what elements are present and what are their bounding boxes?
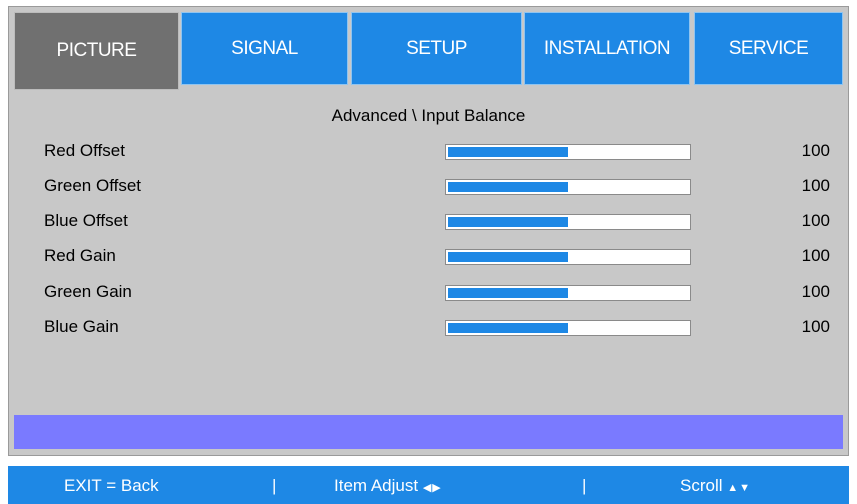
- item-label: Blue Gain: [44, 317, 119, 336]
- left-right-arrows-icon: ◀▶: [422, 482, 442, 494]
- menu-item-red-gain[interactable]: Red Gain 100: [44, 245, 830, 269]
- item-adjust-label: Item Adjust: [334, 476, 419, 495]
- tab-installation[interactable]: INSTALLATION: [524, 12, 690, 85]
- tab-signal[interactable]: SIGNAL: [181, 12, 348, 85]
- item-label: Green Gain: [44, 282, 132, 301]
- item-value: 100: [801, 282, 830, 301]
- scroll-label: Scroll: [680, 476, 723, 495]
- menu-item-green-offset[interactable]: Green Offset 100: [44, 175, 830, 199]
- footer-hint-bar: EXIT = Back | Item Adjust ◀▶ | Scroll ▲▼: [8, 466, 849, 504]
- tab-picture[interactable]: PICTURE: [14, 12, 179, 90]
- osd-menu: PICTURE SIGNAL SETUP INSTALLATION SERVIC…: [0, 0, 857, 504]
- level-bar[interactable]: [445, 249, 691, 265]
- selection-highlight: [14, 415, 843, 449]
- level-fill: [448, 288, 568, 298]
- up-down-arrows-icon: ▲▼: [727, 482, 752, 494]
- level-bar[interactable]: [445, 144, 691, 160]
- item-label: Red Gain: [44, 246, 116, 265]
- item-value: 100: [801, 141, 830, 160]
- exit-hint: EXIT = Back: [64, 476, 159, 495]
- tab-setup[interactable]: SETUP: [351, 12, 522, 85]
- item-label: Green Offset: [44, 176, 142, 195]
- menu-item-green-gain[interactable]: Green Gain 100: [44, 281, 830, 305]
- item-value: 100: [801, 317, 830, 336]
- level-bar[interactable]: [445, 214, 691, 230]
- level-fill: [448, 323, 568, 333]
- tab-service[interactable]: SERVICE: [694, 12, 843, 85]
- item-label: Red Offset: [44, 141, 125, 160]
- item-adjust-hint: Item Adjust ◀▶: [334, 476, 442, 496]
- item-value: 100: [801, 176, 830, 195]
- level-bar[interactable]: [445, 320, 691, 336]
- item-value: 100: [801, 211, 830, 230]
- separator: |: [272, 476, 277, 495]
- menu-heading: Advanced \ Input Balance: [331, 106, 526, 125]
- scroll-hint: Scroll ▲▼: [680, 476, 751, 496]
- item-label: Blue Offset: [44, 211, 128, 230]
- item-value: 100: [801, 246, 830, 265]
- level-fill: [448, 252, 568, 262]
- menu-item-blue-gain[interactable]: Blue Gain 100: [44, 316, 830, 340]
- level-fill: [448, 147, 568, 157]
- tab-bar: PICTURE SIGNAL SETUP INSTALLATION SERVIC…: [14, 12, 843, 90]
- separator: |: [582, 476, 587, 495]
- level-bar[interactable]: [445, 285, 691, 301]
- level-fill: [448, 182, 568, 192]
- level-fill: [448, 217, 568, 227]
- level-bar[interactable]: [445, 179, 691, 195]
- menu-item-red-offset[interactable]: Red Offset 100: [44, 140, 830, 164]
- menu-item-blue-offset[interactable]: Blue Offset 100: [44, 210, 830, 234]
